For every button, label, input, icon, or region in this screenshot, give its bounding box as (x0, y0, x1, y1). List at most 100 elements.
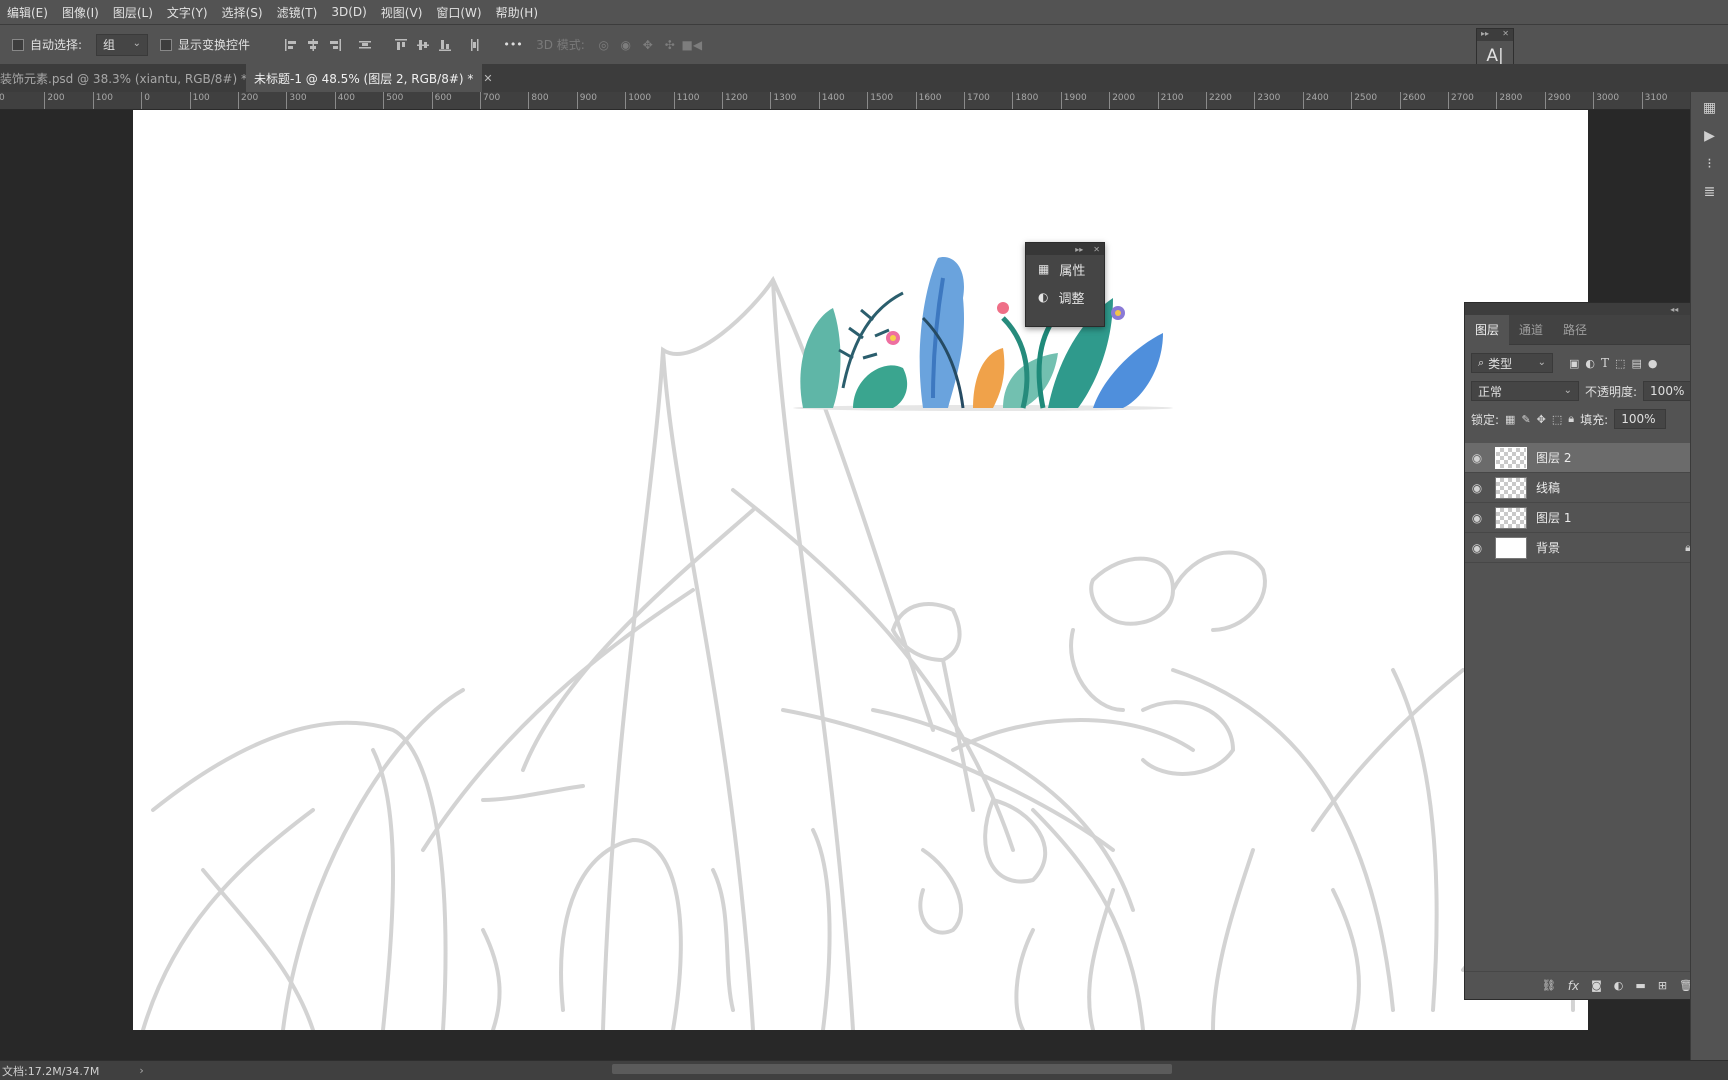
filter-shape-icon[interactable]: ⬚ (1615, 357, 1625, 370)
menu-edit[interactable]: 编辑(E) (0, 4, 55, 21)
menu-window[interactable]: 窗口(W) (429, 4, 488, 21)
tab-paths[interactable]: 路径 (1553, 315, 1597, 345)
ruler-tick: 200 (238, 92, 258, 109)
layers-panel: ◂◂✕ 图层 通道 路径 ≡ ⌕ 类型 ⌄ ▣ ◐ T ⬚ ▤ ● 正常 ⌄ 不… (1464, 302, 1708, 1000)
layer-name: 背景 (1536, 541, 1561, 555)
new-layer-icon[interactable]: ⊞ (1658, 979, 1667, 992)
ruler-tick: 400 (334, 92, 355, 109)
menu-select[interactable]: 选择(S) (215, 4, 270, 21)
menu-type[interactable]: 文字(Y) (160, 4, 215, 21)
plant-illustration (793, 257, 1173, 411)
blend-mode-value: 正常 (1478, 384, 1503, 399)
close-icon[interactable]: ✕ (1502, 29, 1509, 41)
tab-untitled-1[interactable]: 未标题-1 @ 48.5% (图层 2, RGB/8#) * ✕ (246, 64, 493, 92)
lock-transparent-icon[interactable]: ▦ (1505, 413, 1515, 426)
opacity-input[interactable]: 100% ⌄ (1643, 381, 1706, 401)
menu-image[interactable]: 图像(I) (55, 4, 106, 21)
close-icon[interactable]: ✕ (1093, 245, 1100, 254)
visibility-eye-icon[interactable]: ◉ (1465, 481, 1489, 495)
collapse-icon[interactable]: ▸▸ (1481, 29, 1489, 41)
show-transform-checkbox[interactable] (160, 38, 173, 51)
ruler-tick: 2000 (1109, 92, 1135, 109)
layer-row-background[interactable]: ◉ 背景 🔒︎ (1465, 533, 1707, 563)
visibility-eye-icon[interactable]: ◉ (1465, 541, 1489, 555)
align-vcenter-icon[interactable] (412, 34, 434, 56)
properties-icon: ▦ (1038, 262, 1050, 276)
align-top-icon[interactable] (390, 34, 412, 56)
menu-help[interactable]: 帮助(H) (489, 4, 545, 21)
horizontal-scrollbar[interactable] (612, 1064, 1172, 1074)
document-canvas[interactable] (133, 110, 1588, 1030)
actions-play-icon[interactable]: ▶ (1697, 124, 1723, 148)
options-bar: 自动选择: 组 ⌄ 显示变换控件 ••• 3D 模式: ◎ ◉ ✥ ✣ ■◀ (0, 24, 1728, 64)
3d-orbit-icon[interactable]: ◎ (593, 34, 615, 56)
filter-toggle-icon[interactable]: ● (1648, 357, 1658, 370)
fx-icon[interactable]: fx (1568, 979, 1579, 993)
align-right-icon[interactable] (324, 34, 346, 56)
auto-select-checkbox[interactable] (12, 38, 24, 51)
align-left-icon[interactable] (280, 34, 302, 56)
layer-filter-value: 类型 (1488, 356, 1513, 371)
new-group-icon[interactable]: ▬ (1635, 979, 1645, 992)
visibility-eye-icon[interactable]: ◉ (1465, 451, 1489, 465)
ruler-tick: 600 (431, 92, 452, 109)
layer-row-layer2[interactable]: ◉ 图层 2 (1465, 443, 1707, 473)
distribute-icon[interactable] (354, 34, 376, 56)
fill-input[interactable]: 100% (1614, 409, 1667, 429)
layer-filter-dropdown[interactable]: ⌕ 类型 ⌄ (1471, 353, 1553, 373)
ruler-tick: 300 (286, 92, 307, 109)
layer-row-lineart[interactable]: ◉ 线稿 (1465, 473, 1707, 503)
filter-adjust-icon[interactable]: ◐ (1585, 357, 1595, 370)
sliders-icon[interactable]: ≣ (1697, 180, 1723, 204)
canvas-workspace[interactable] (0, 110, 1690, 1060)
ruler-tick: 2900 (1544, 92, 1571, 109)
filter-type-icon[interactable]: T (1601, 356, 1609, 370)
lock-move-icon[interactable]: ✥ (1537, 413, 1546, 426)
history-icon[interactable]: ▦ (1697, 96, 1723, 120)
layer-row-layer1[interactable]: ◉ 图层 1 (1465, 503, 1707, 533)
tab-layers[interactable]: 图层 (1465, 314, 1510, 345)
tab-channels[interactable]: 通道 (1509, 315, 1553, 345)
filter-pixel-icon[interactable]: ▣ (1569, 357, 1579, 370)
new-adjustment-icon[interactable]: ◐ (1614, 979, 1624, 992)
lock-all-icon[interactable]: 🔒︎ (1568, 412, 1574, 426)
ruler-tick: 900 (576, 92, 597, 109)
ruler-tick: 100 (189, 92, 210, 109)
close-icon[interactable]: ✕ (483, 72, 492, 85)
brush-settings-icon[interactable]: ⁝ (1697, 152, 1723, 176)
visibility-eye-icon[interactable]: ◉ (1465, 511, 1489, 525)
fill-label: 填充: (1580, 412, 1609, 427)
menu-filter[interactable]: 滤镜(T) (270, 4, 325, 21)
3d-pan-icon[interactable]: ✥ (637, 34, 659, 56)
menu-3d[interactable]: 3D(D) (324, 5, 373, 19)
horizontal-ruler[interactable]: 0200100010020030040050060070080090010001… (0, 92, 1690, 110)
properties-button[interactable]: ▦ 属性 (1026, 255, 1104, 283)
more-options-button[interactable]: ••• (502, 34, 524, 56)
lock-artboard-icon[interactable]: ⬚ (1552, 413, 1562, 426)
ruler-tick: 1800 (1012, 92, 1038, 109)
link-layers-icon[interactable]: ⛓︎ (1542, 979, 1556, 992)
tab-decor-elements[interactable]: 装饰元素.psd @ 38.3% (xiantu, RGB/8#) * ✕ (0, 64, 266, 92)
auto-select-dropdown[interactable]: 组 ⌄ (96, 33, 149, 56)
blend-mode-dropdown[interactable]: 正常 ⌄ (1471, 381, 1579, 401)
menu-view[interactable]: 视图(V) (374, 4, 430, 21)
status-menu-icon[interactable]: › (139, 1064, 143, 1077)
filter-smart-icon[interactable]: ▤ (1631, 357, 1641, 370)
adjust-button[interactable]: ◐ 调整 (1026, 283, 1104, 311)
ruler-tick: 2300 (1254, 92, 1280, 109)
3d-roll-icon[interactable]: ◉ (615, 34, 637, 56)
ruler-tick: 2400 (1302, 92, 1329, 109)
fill-value: 100% (1621, 412, 1656, 426)
lock-paint-icon[interactable]: ✎ (1521, 413, 1530, 426)
menu-bar: 编辑(E) 图像(I) 图层(L) 文字(Y) 选择(S) 滤镜(T) 3D(D… (0, 0, 1728, 24)
align-hcenter-icon[interactable] (302, 34, 324, 56)
add-mask-icon[interactable]: ◙ (1591, 979, 1602, 992)
collapse-icon[interactable]: ▸▸ (1075, 245, 1083, 254)
distribute-vertical-icon[interactable] (464, 34, 486, 56)
collapse-icon[interactable]: ◂◂ (1670, 305, 1678, 314)
ruler-tick: 100 (92, 92, 113, 109)
3d-camera-icon[interactable]: ■◀ (681, 34, 703, 56)
3d-slide-icon[interactable]: ✣ (659, 34, 681, 56)
menu-layer[interactable]: 图层(L) (106, 4, 160, 21)
align-bottom-icon[interactable] (434, 34, 456, 56)
